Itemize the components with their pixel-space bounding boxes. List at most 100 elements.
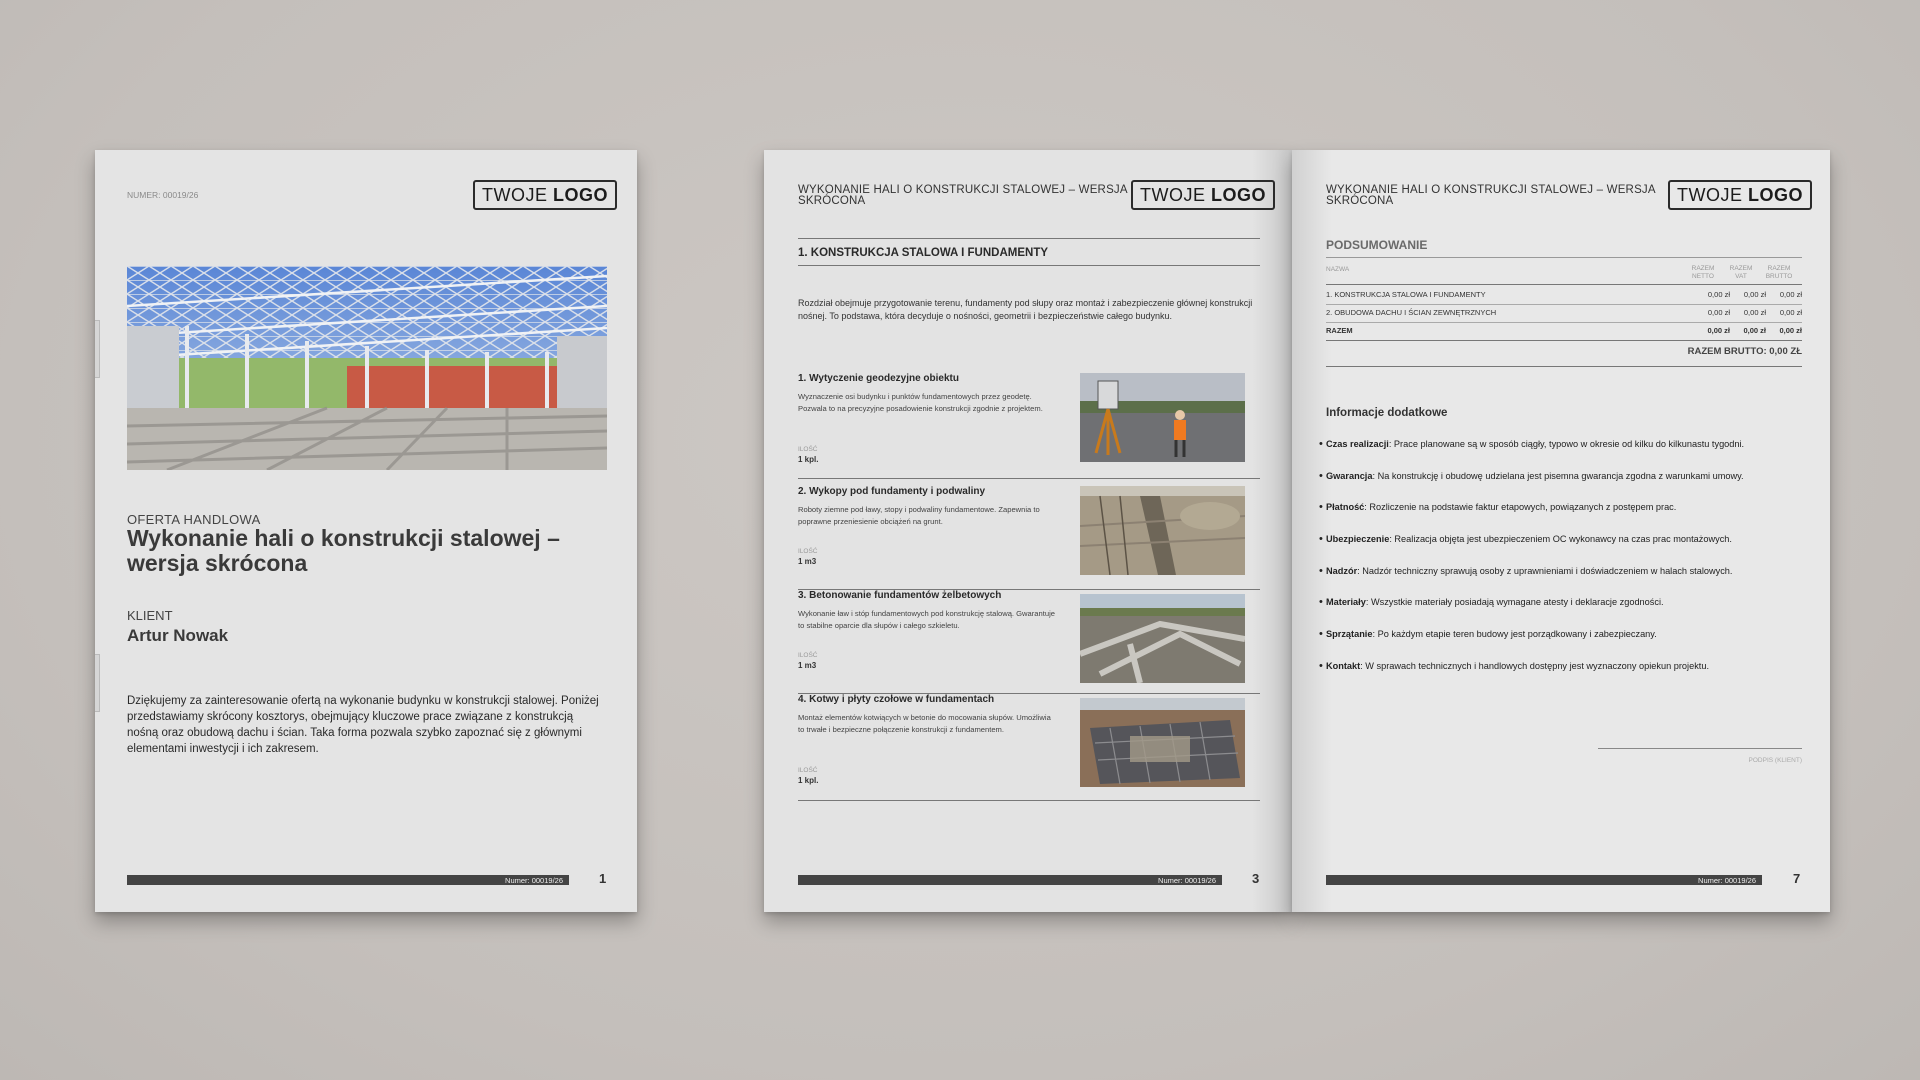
info-text: : Prace planowane są w sposób ciągły, ty… xyxy=(1388,439,1745,449)
table-header-name: NAZWA xyxy=(1326,266,1350,273)
footer-bar: Numer: 00019/26 xyxy=(1326,875,1762,885)
list-item: 1. Wytyczenie geodezyjne obiektu Wyznacz… xyxy=(798,373,1262,479)
table-total-row: RAZEM 0,00 zł 0,00 zł 0,00 zł xyxy=(1326,324,1802,340)
total-vat: 0,00 zł xyxy=(1743,326,1766,335)
quantity-label: ILOŚĆ xyxy=(798,767,818,774)
item-separator xyxy=(798,800,1260,801)
client-label: KLIENT xyxy=(127,608,173,623)
item-quantity: 1 kpl. xyxy=(798,776,819,785)
quantity-label: ILOŚĆ xyxy=(798,548,818,555)
total-name: RAZEM xyxy=(1326,326,1353,335)
signature-label: PODPIS (KLIENT) xyxy=(1748,757,1802,764)
footer-bar: Numer: 00019/26 xyxy=(798,875,1222,885)
info-label: Gwarancja xyxy=(1326,471,1373,481)
table-header-net: RAZEM NETTO xyxy=(1691,265,1715,280)
info-item: Czas realizacji: Prace planowane są w sp… xyxy=(1319,438,1809,450)
info-item: Gwarancja: Na konstrukcję i obudowę udzi… xyxy=(1319,470,1809,482)
document-title: Wykonanie hali o konstrukcji stalowej – … xyxy=(127,525,560,576)
gutter-shadow xyxy=(1292,150,1332,912)
logo-text-bold: LOGO xyxy=(1211,185,1266,205)
staple xyxy=(95,654,100,712)
quantity-label: ILOŚĆ xyxy=(798,652,818,659)
row-net: 0,00 zł xyxy=(1707,308,1730,317)
footer-document-number: Numer: 00019/26 xyxy=(1158,876,1216,885)
info-label: Nadzór xyxy=(1326,566,1358,576)
logo-text-bold: LOGO xyxy=(1748,185,1803,205)
item-title: 2. Wykopy pod fundamenty i podwaliny xyxy=(798,486,986,497)
item-description: Wykonanie ław i stóp fundamentowych pod … xyxy=(798,609,1055,630)
row-gross: 0,00 zł xyxy=(1779,290,1802,299)
info-label: Czas realizacji xyxy=(1326,439,1389,449)
page-number: 1 xyxy=(599,871,607,886)
info-label: Ubezpieczenie xyxy=(1326,534,1390,544)
info-item: Płatność: Rozliczenie na podstawie faktu… xyxy=(1319,501,1809,513)
page-7: WYKONANIE HALI O KONSTRUKCJI STALOWEJ – … xyxy=(1292,150,1830,912)
footer-bar: Numer: 00019/26 xyxy=(127,875,569,885)
summary-rule xyxy=(1326,257,1802,258)
item-title: 4. Kotwy i płyty czołowe w fundamentach xyxy=(798,694,995,705)
grand-total-rule xyxy=(1326,366,1802,367)
table-header-rule xyxy=(1326,284,1802,285)
info-text: : Rozliczenie na podstawie faktur etapow… xyxy=(1364,502,1677,512)
section-intro: Rozdział obejmuje przygotowanie terenu, … xyxy=(798,298,1253,321)
section-rule-bottom xyxy=(798,265,1260,266)
page-number: 7 xyxy=(1793,871,1801,886)
photo-foundation-excavation xyxy=(1080,486,1245,575)
list-item: 3. Betonowanie fundamentów żelbetowych W… xyxy=(798,590,1262,694)
info-label: Sprzątanie xyxy=(1326,629,1373,639)
photo-anchor-plates xyxy=(1080,698,1245,787)
item-quantity: 1 m3 xyxy=(798,661,817,670)
info-label: Płatność xyxy=(1326,502,1365,512)
info-item: Kontakt: W sprawach technicznych i handl… xyxy=(1319,660,1809,672)
table-header-vat: RAZEM VAT xyxy=(1729,265,1753,280)
document-number: NUMER: 00019/26 xyxy=(127,190,199,200)
table-row: 1. KONSTRUKCJA STALOWA I FUNDAMENTY 0,00… xyxy=(1326,288,1802,304)
photo-concrete-foundations xyxy=(1080,594,1245,683)
row-rule xyxy=(1326,322,1802,323)
row-vat: 0,00 zł xyxy=(1743,290,1766,299)
quantity-label: ILOŚĆ xyxy=(798,446,818,453)
info-text: : Po każdym etapie teren budowy jest por… xyxy=(1372,629,1657,639)
total-net: 0,00 zł xyxy=(1707,326,1730,335)
info-item: Ubezpieczenie: Realizacja objęta jest ub… xyxy=(1319,533,1809,545)
table-row: 2. OBUDOWA DACHU I ŚCIAN ZEWNĘTRZNYCH 0,… xyxy=(1326,306,1802,322)
info-text: : Wszystkie materiały posiadają wymagane… xyxy=(1365,597,1664,607)
company-logo: TWOJE LOGO xyxy=(1131,180,1275,210)
info-text: : Realizacja objęta jest ubezpieczeniem … xyxy=(1389,534,1732,544)
info-item: Materiały: Wszystkie materiały posiadają… xyxy=(1319,596,1809,608)
info-label: Materiały xyxy=(1326,597,1366,607)
staple xyxy=(95,320,100,378)
total-gross: 0,00 zł xyxy=(1779,326,1802,335)
info-item: Sprzątanie: Po każdym etapie teren budow… xyxy=(1319,628,1809,640)
info-label: Kontakt xyxy=(1326,661,1361,671)
cover-page: NUMER: 00019/26 TWOJE LOGO OFERTA HANDLO… xyxy=(95,150,637,912)
photo-surveyor-total-station xyxy=(1080,373,1245,462)
logo-text-light: TWOJE xyxy=(482,185,553,205)
running-header: WYKONANIE HALI O KONSTRUKCJI STALOWEJ – … xyxy=(798,184,1128,207)
additional-info-title: Informacje dodatkowe xyxy=(1326,407,1448,419)
row-name: 1. KONSTRUKCJA STALOWA I FUNDAMENTY xyxy=(1326,290,1486,299)
company-logo: TWOJE LOGO xyxy=(473,180,617,210)
signature-line xyxy=(1598,748,1802,749)
row-vat: 0,00 zł xyxy=(1743,308,1766,317)
total-rule xyxy=(1326,340,1802,341)
page-number: 3 xyxy=(1252,871,1260,886)
footer-document-number: Numer: 00019/26 xyxy=(1698,876,1756,885)
company-logo: TWOJE LOGO xyxy=(1668,180,1812,210)
row-gross: 0,00 zł xyxy=(1779,308,1802,317)
info-text: : Na konstrukcję i obudowę udzielana jes… xyxy=(1372,471,1744,481)
item-description: Roboty ziemne pod ławy, stopy i podwalin… xyxy=(798,505,1040,526)
logo-text-bold: LOGO xyxy=(553,185,608,205)
footer-document-number: Numer: 00019/26 xyxy=(505,876,563,885)
table-header-gross: RAZEM BRUTTO xyxy=(1765,265,1793,280)
list-item: 4. Kotwy i płyty czołowe w fundamentach … xyxy=(798,694,1262,801)
running-header: WYKONANIE HALI O KONSTRUKCJI STALOWEJ – … xyxy=(1326,184,1656,207)
section-title: 1. KONSTRUKCJA STALOWA I FUNDAMENTY xyxy=(798,247,1049,259)
info-text: : Nadzór techniczny sprawują osoby z upr… xyxy=(1357,566,1733,576)
info-item: Nadzór: Nadzór techniczny sprawują osoby… xyxy=(1319,565,1809,577)
row-name: 2. OBUDOWA DACHU I ŚCIAN ZEWNĘTRZNYCH xyxy=(1326,308,1497,317)
item-description: Wyznaczenie osi budynku i punktów fundam… xyxy=(798,392,1043,413)
item-description: Montaż elementów kotwiących w betonie do… xyxy=(798,713,1051,734)
item-quantity: 1 m3 xyxy=(798,557,817,566)
client-name: Artur Nowak xyxy=(127,626,229,645)
